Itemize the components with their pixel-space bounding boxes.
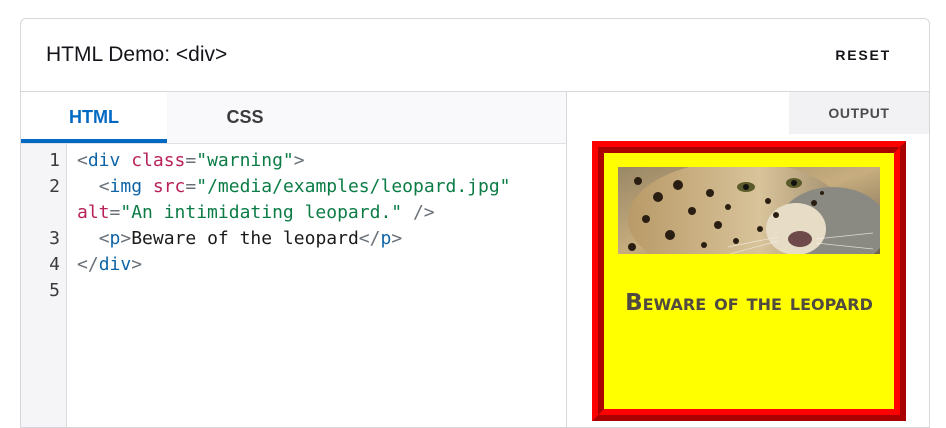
reset-button[interactable]: RESET bbox=[835, 47, 891, 63]
code-line: <img src="/media/examples/leopard.jpg" bbox=[98, 176, 511, 197]
leopard-image bbox=[618, 167, 880, 254]
line-number: 3 bbox=[49, 228, 60, 249]
editor-tabs: HTML CSS bbox=[21, 92, 566, 143]
leopard-photo-icon bbox=[618, 167, 880, 254]
code-line: </div> bbox=[77, 254, 143, 275]
output-label: OUTPUT bbox=[789, 92, 929, 134]
editor-pane: HTML CSS 1 2 3 4 5 <div class="warning">… bbox=[21, 92, 567, 427]
line-number-gutter: 1 2 3 4 5 bbox=[21, 144, 67, 427]
code-line: <p>Beware of the leopard</p> bbox=[98, 228, 403, 249]
line-number: 4 bbox=[49, 254, 60, 275]
interactive-example: HTML Demo: <div> RESET HTML CSS 1 2 3 4 … bbox=[20, 18, 930, 428]
code-line: <div class="warning"> bbox=[77, 150, 305, 171]
line-number: 1 bbox=[49, 150, 60, 171]
example-title: HTML Demo: <div> bbox=[46, 43, 228, 66]
output-pane: OUTPUT Beware of the leopard bbox=[567, 92, 929, 427]
example-header: HTML Demo: <div> RESET bbox=[21, 19, 929, 92]
warning-box: Beware of the leopard bbox=[592, 141, 906, 421]
code-editor[interactable]: 1 2 3 4 5 <div class="warning"> <img src… bbox=[21, 143, 566, 427]
line-number: 5 bbox=[49, 280, 60, 301]
warning-text: Beware of the leopard bbox=[625, 290, 873, 316]
code-line-wrapped: alt="An intimidating leopard." /> bbox=[77, 202, 435, 223]
tab-css[interactable]: CSS bbox=[167, 92, 323, 143]
line-number: 2 bbox=[49, 176, 60, 197]
tab-html[interactable]: HTML bbox=[21, 92, 167, 143]
